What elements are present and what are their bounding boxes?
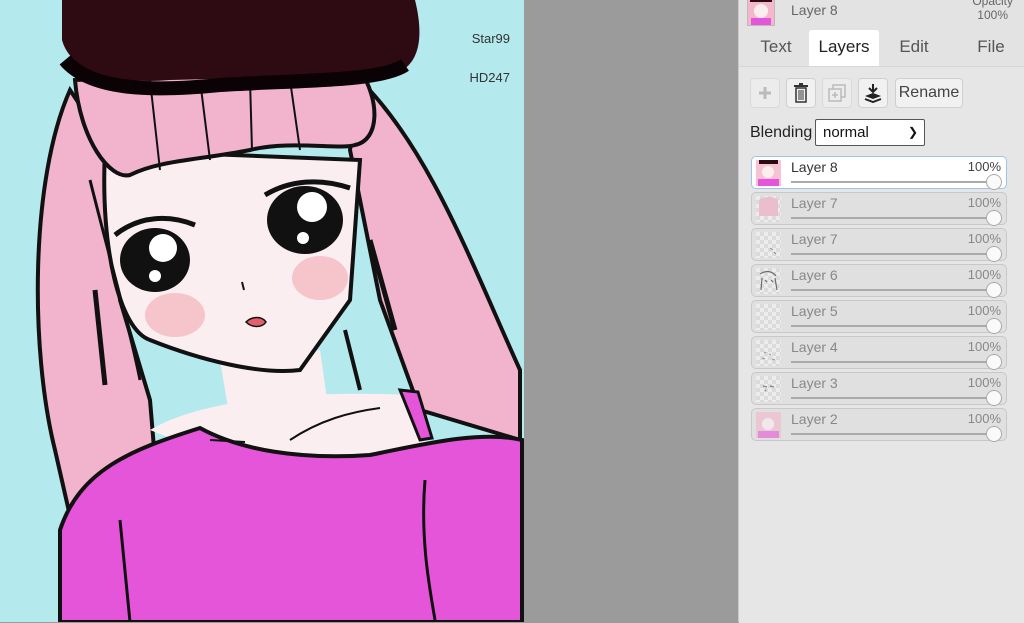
portrait-thumb-icon — [748, 0, 774, 25]
layer-row[interactable]: Layer 5 100% — [751, 300, 1007, 334]
opacity-slider-track[interactable] — [791, 397, 994, 399]
layer-thumbnail — [756, 340, 781, 366]
layer-opacity: 100% — [967, 267, 1001, 282]
blending-label: Blending — [750, 124, 813, 141]
portrait-thumb-icon — [756, 412, 781, 438]
opacity-slider-handle[interactable] — [986, 282, 1002, 298]
layer-thumbnail — [756, 160, 781, 186]
layer-name: Layer 7 — [791, 195, 838, 211]
layer-name: Layer 8 — [791, 159, 838, 175]
layer-thumbnail — [756, 376, 781, 402]
opacity-slider-track[interactable] — [791, 181, 994, 183]
opacity-slider-track[interactable] — [791, 361, 994, 363]
lineart-thumb-icon — [759, 270, 778, 291]
sketch-thumb-icon — [761, 351, 776, 361]
layer-name: Layer 5 — [791, 303, 838, 319]
layer-thumbnail — [756, 232, 781, 258]
layer-row[interactable]: Layer 7 100% — [751, 228, 1007, 262]
workspace-background — [524, 0, 738, 622]
merge-down-icon — [864, 84, 882, 103]
layer-name: Layer 6 — [791, 267, 838, 283]
drawing-canvas[interactable]: Star99 HD247 — [0, 0, 524, 622]
opacity-slider-track[interactable] — [791, 289, 994, 291]
layer-row[interactable]: Layer 4 100% — [751, 336, 1007, 370]
layer-thumbnail — [756, 304, 781, 330]
watermark-line-1: Star99 — [471, 31, 510, 46]
add-layer-button[interactable] — [750, 78, 780, 108]
layer-name: Layer 3 — [791, 375, 838, 391]
layer-name: Layer 2 — [791, 411, 838, 427]
opacity-label: Opacity — [972, 0, 1013, 8]
layers-tab-content: Rename Blending normal ❯ Layer 8 100% La… — [739, 66, 1024, 623]
layer-opacity: 100% — [967, 231, 1001, 246]
layer-row[interactable]: Layer 2 100% — [751, 408, 1007, 442]
opacity-slider-track[interactable] — [791, 433, 994, 435]
opacity-value: 100% — [977, 8, 1008, 22]
tab-file[interactable]: File — [963, 30, 1019, 66]
duplicate-icon — [828, 84, 846, 102]
opacity-slider-handle[interactable] — [986, 246, 1002, 262]
merge-down-button[interactable] — [858, 78, 888, 108]
trash-icon — [794, 83, 808, 103]
hair-thumb-icon — [759, 197, 778, 216]
sketch-thumb-icon — [769, 247, 777, 255]
tab-edit[interactable]: Edit — [887, 30, 941, 66]
layer-name: Layer 4 — [791, 339, 838, 355]
layer-row[interactable]: Layer 6 100% — [751, 264, 1007, 298]
opacity-slider-handle[interactable] — [986, 426, 1002, 442]
tab-layers[interactable]: Layers — [809, 30, 879, 66]
layer-thumbnail — [756, 268, 781, 294]
current-layer-thumbnail — [747, 0, 775, 26]
layers-panel: Layer 8 Opacity 100% Text Layers Edit Fi… — [738, 0, 1024, 623]
current-layer-opacity: Opacity 100% — [972, 0, 1013, 22]
opacity-slider-track[interactable] — [791, 325, 994, 327]
rename-layer-button[interactable]: Rename — [895, 78, 963, 108]
opacity-slider-handle[interactable] — [986, 318, 1002, 334]
layer-opacity: 100% — [967, 159, 1001, 174]
tab-text[interactable]: Text — [749, 30, 803, 66]
blending-mode-value: normal — [823, 124, 869, 141]
layer-thumbnail — [756, 412, 781, 438]
blending-mode-select[interactable]: normal ❯ — [815, 119, 925, 146]
opacity-slider-handle[interactable] — [986, 354, 1002, 370]
current-layer-header: Layer 8 Opacity 100% — [747, 0, 1017, 26]
panel-tabs: Text Layers Edit File — [747, 30, 1019, 66]
layer-row[interactable]: Layer 3 100% — [751, 372, 1007, 406]
watermark-line-2: HD247 — [469, 70, 510, 85]
current-layer-name: Layer 8 — [791, 2, 838, 18]
portrait-thumb-icon — [756, 160, 781, 186]
opacity-slider-handle[interactable] — [986, 174, 1002, 190]
chevron-down-icon: ❯ — [907, 125, 918, 139]
layer-opacity: 100% — [967, 195, 1001, 210]
opacity-slider-track[interactable] — [791, 217, 994, 219]
opacity-slider-track[interactable] — [791, 253, 994, 255]
layer-opacity: 100% — [967, 339, 1001, 354]
plus-icon — [759, 87, 771, 99]
layer-opacity: 100% — [967, 411, 1001, 426]
layer-row[interactable]: Layer 8 100% — [751, 156, 1007, 190]
sketch-thumb-icon — [762, 385, 775, 392]
layer-row[interactable]: Layer 7 100% — [751, 192, 1007, 226]
layer-thumbnail — [756, 196, 781, 222]
opacity-slider-handle[interactable] — [986, 210, 1002, 226]
opacity-slider-handle[interactable] — [986, 390, 1002, 406]
layer-opacity: 100% — [967, 303, 1001, 318]
layer-name: Layer 7 — [791, 231, 838, 247]
watermark-text: Star99 HD247 — [430, 6, 510, 110]
delete-layer-button[interactable] — [786, 78, 816, 108]
duplicate-layer-button[interactable] — [822, 78, 852, 108]
layer-opacity: 100% — [967, 375, 1001, 390]
